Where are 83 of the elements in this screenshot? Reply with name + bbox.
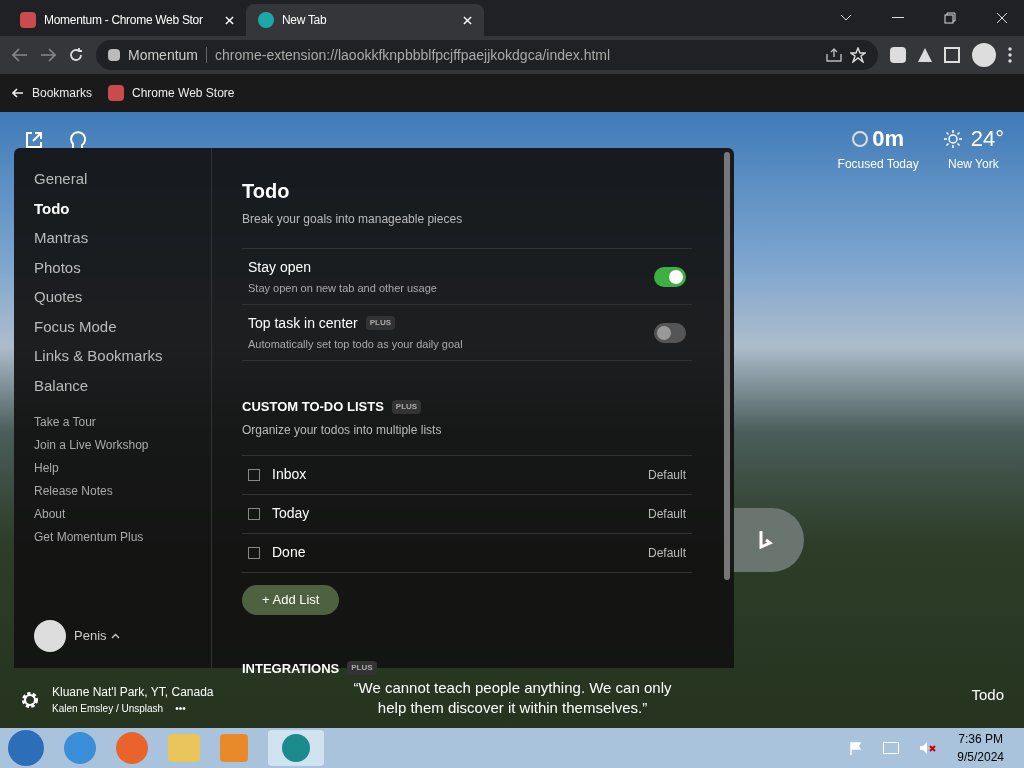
settings-nav-item[interactable]: Links & Bookmarks [34, 345, 191, 368]
settings-nav-item[interactable]: Focus Mode [34, 315, 191, 338]
photo-credit: Kalen Emsley / Unsplash [52, 702, 164, 716]
toggle-switch[interactable] [654, 322, 686, 343]
address-bar[interactable]: Momentum chrome-extension://laookkfknpbbblfpcjffpaejjkokdgca/index.html [96, 40, 878, 70]
list-icon [248, 507, 260, 520]
chevron-down-icon[interactable] [840, 14, 852, 22]
menu-link[interactable]: About [34, 505, 191, 523]
avatar-icon[interactable] [972, 43, 996, 67]
plus-badge: PLUS [391, 399, 422, 414]
forward-icon[interactable] [40, 48, 56, 62]
back-icon[interactable] [12, 48, 28, 62]
store-favicon-icon [20, 12, 36, 28]
avatar-icon [34, 620, 66, 652]
tab-title: Momentum - Chrome Web Stor [44, 12, 204, 29]
settings-nav-item[interactable]: Balance [34, 374, 191, 397]
section-title: INTEGRATIONS [242, 659, 340, 678]
menu-link[interactable]: Take a Tour [34, 413, 191, 431]
url-text: chrome-extension://laookkfknpbbblfpcjffpaejjkokdgca/index.html [215, 45, 612, 65]
setting-label: Top task in center [248, 313, 358, 333]
speaker-muted-icon[interactable] [919, 741, 938, 755]
settings-title: Todo [242, 179, 291, 204]
toggle-switch[interactable] [654, 266, 686, 287]
more-icon[interactable]: ••• [175, 701, 186, 716]
menu-link[interactable]: Join a Live Workshop [34, 436, 191, 454]
focus-value: 0m [872, 125, 905, 153]
minimize-icon[interactable] [892, 17, 904, 19]
start-button[interactable] [8, 730, 44, 766]
list-tag: Default [647, 465, 686, 484]
setting-description: Stay open on new tab and other usage [248, 280, 438, 296]
photo-location: Kluane Nat'l Park, YT, Canada [52, 684, 214, 701]
settings-nav-item[interactable]: Todo [34, 197, 191, 220]
list-name: Done [272, 543, 307, 562]
list-icon [248, 468, 260, 481]
todo-link[interactable]: Todo [971, 683, 1004, 706]
section-description: Organize your todos into multiple lists [242, 421, 443, 439]
side-panel-icon[interactable] [944, 47, 960, 63]
section-title: CUSTOM TO-DO LISTS [242, 398, 384, 416]
reload-icon[interactable] [68, 47, 84, 63]
plus-badge: PLUS [347, 661, 377, 676]
settings-nav-item[interactable]: General [34, 168, 191, 191]
browser-tab[interactable]: New Tab [246, 4, 484, 36]
setting-description: Automatically set top todo as your daily goal [248, 336, 464, 352]
clock-time: 7:36 PM [958, 731, 1003, 748]
menu-link[interactable]: Get Momentum Plus [34, 528, 191, 546]
site-name: Momentum [128, 45, 199, 65]
caret-up-icon [110, 633, 120, 639]
list-name: Inbox [272, 465, 308, 484]
taskbar-app-button[interactable] [268, 730, 324, 766]
menu-link[interactable]: Release Notes [34, 482, 191, 500]
momentum-favicon-icon [258, 12, 274, 28]
restore-icon[interactable] [944, 12, 956, 24]
tab-title: New Tab [282, 12, 328, 29]
sun-icon [942, 128, 963, 149]
list-tag: Default [647, 504, 686, 523]
plus-badge: PLUS [365, 316, 396, 331]
menu-icon[interactable] [1008, 47, 1012, 63]
external-link-icon[interactable] [24, 130, 44, 150]
back-arrow-icon [12, 88, 24, 98]
weather-city: New York [948, 156, 999, 173]
menu-link[interactable]: Help [34, 459, 191, 477]
settings-subtitle: Break your goals into manageable pieces [242, 211, 464, 228]
list-icon [248, 546, 260, 559]
temperature: 24° [970, 125, 1004, 153]
focus-label: Focused Today [837, 156, 919, 173]
clock-date: 9/5/2024 [957, 749, 1004, 766]
share-icon[interactable] [826, 48, 842, 62]
bookmark-link[interactable]: Chrome Web Store [108, 84, 235, 102]
settings-nav-item[interactable]: Mantras [34, 227, 191, 250]
list-tag: Default [647, 543, 686, 562]
bookmark-link[interactable]: Bookmarks [12, 84, 93, 102]
user-menu[interactable]: Penis [74, 626, 120, 646]
star-icon[interactable] [850, 47, 866, 63]
scrollbar-thumb[interactable] [724, 152, 730, 580]
settings-nav-item[interactable]: Photos [34, 256, 191, 279]
close-icon[interactable] [996, 12, 1008, 24]
settings-icon[interactable] [20, 689, 40, 710]
add-list-button[interactable]: + Add List [242, 584, 340, 615]
quote-text: “We cannot teach people anything. We can only help them discover it within themselves.” [352, 678, 673, 718]
ring-icon [852, 130, 869, 147]
settings-nav-item[interactable]: Quotes [34, 286, 191, 309]
list-name: Today [272, 504, 311, 523]
setting-label: Stay open [248, 257, 312, 277]
